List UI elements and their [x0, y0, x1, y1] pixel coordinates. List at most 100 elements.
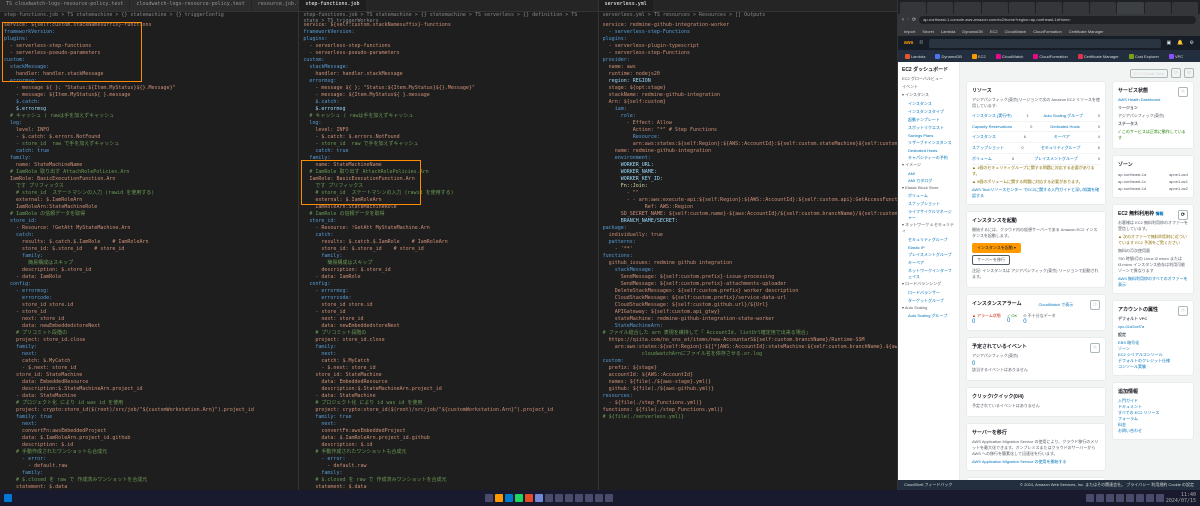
taskbar-app-icon[interactable] [535, 494, 543, 502]
aws-fav-service[interactable]: EC2 [969, 53, 989, 60]
code-line[interactable]: data: $.IamRoleArn.project_id.github [303, 435, 593, 442]
sidebar-item[interactable]: AMI [902, 170, 955, 177]
code-line[interactable]: log: [4, 120, 294, 127]
account-setting-link[interactable]: コンソール実験 [1118, 364, 1188, 370]
browser-tab[interactable] [1036, 2, 1062, 14]
sidebar-item[interactable]: ネットワークインターフェイス [902, 267, 955, 281]
code-line[interactable]: store_id: $.store_id # store_id [4, 246, 294, 253]
taskbar-app-icon[interactable] [485, 494, 493, 502]
sidebar-item[interactable]: キャパシティーの予約 [902, 154, 955, 162]
code-line[interactable]: description: $.store_id [303, 267, 593, 274]
sidebar-item[interactable]: Elastic IP [902, 244, 955, 251]
code-line[interactable]: runtime: nodejs20 [603, 71, 893, 78]
launch-instance-button[interactable]: インスタンスを起動 ▾ [972, 243, 1021, 253]
code-line[interactable]: stackMessage: [603, 267, 893, 274]
additional-info-link[interactable]: お問い合わせ [1118, 428, 1188, 434]
code-line[interactable]: - store_id [303, 309, 593, 316]
code-line[interactable]: statement: $.data [4, 484, 294, 490]
sidebar-title[interactable]: EC2 ダッシュボード [902, 66, 955, 73]
code-line[interactable]: # ファイル結合した arn 表現を維持して「 AccountId, listU… [603, 330, 893, 337]
code-line[interactable]: - serverless-step-functions [4, 43, 294, 50]
code-line[interactable]: - "" [603, 190, 893, 197]
code-line[interactable]: custom: [303, 57, 593, 64]
code-line[interactable]: data: EmbeddedResource [303, 379, 593, 386]
code-line[interactable]: level: INFO [303, 127, 593, 134]
code-line[interactable]: package: [603, 225, 893, 232]
code-line[interactable]: SD_SECRET_NAME: ${self:custom.name}-${aw… [603, 211, 893, 218]
code-line[interactable]: # ${file(./serverless.yml)} [603, 414, 893, 421]
code-line[interactable]: IamRole: BasicExecutionFunction.Arn [303, 176, 593, 183]
browser-tab-active[interactable] [1117, 2, 1143, 14]
health-dashboard-link[interactable]: AWS Health Dashboard [1118, 97, 1188, 102]
code-line[interactable]: # 手動作成されたワンショットも合成元 [303, 449, 593, 456]
code-line[interactable]: family: [4, 253, 294, 260]
refresh-icon[interactable]: ⟳ [1178, 306, 1188, 316]
code-line[interactable]: - $.catch: $.errors.NotFound [4, 134, 294, 141]
code-line[interactable]: frameworkVersion: [4, 29, 294, 36]
code-line[interactable]: name: aws [603, 64, 893, 71]
code-line[interactable]: data: $.IamRoleArn.project_id.github [4, 435, 294, 442]
code-line[interactable]: catch: [4, 232, 294, 239]
code-line[interactable]: external: $.IamRoleArn [4, 197, 294, 204]
sidebar-section-header[interactable]: ▾ ロードバランシング [902, 281, 955, 287]
code-line[interactable]: 簡易構成はスキップ [303, 260, 593, 267]
code-line[interactable]: next: [303, 421, 593, 428]
forward-icon[interactable]: › [907, 17, 909, 23]
breadcrumb[interactable]: step-functions.job > TS statemachine > {… [0, 12, 298, 20]
code-line[interactable]: # 手動作成されたワンショットも合成元 [4, 449, 294, 456]
code-line[interactable]: StateMachineArn: [603, 323, 893, 330]
code-line[interactable]: errorcode: [303, 295, 593, 302]
code-line[interactable]: stackName: redmine-github-integration [603, 92, 893, 99]
code-line[interactable]: project: store_id.close [4, 337, 294, 344]
code-line[interactable]: data: EmbeddedResource [4, 379, 294, 386]
code-line[interactable]: description:$.StateMachineArn.project_id [303, 386, 593, 393]
code-line[interactable]: description: $.id [4, 442, 294, 449]
code-line[interactable]: # プロジェクト化 により id was id を使用 [4, 400, 294, 407]
code-line[interactable]: - - arn:aws:execute-api:${self:Region}:$… [603, 197, 893, 204]
code-line[interactable]: - data: IamRole [4, 274, 294, 281]
code-line[interactable]: BRANCH_NAME/SECRET: [603, 218, 893, 225]
code-line[interactable]: stackMessage: [4, 64, 294, 71]
vpc-link[interactable]: vpc-01d2cef7a [1118, 324, 1188, 329]
sidebar-item[interactable]: ターゲットグループ [902, 297, 955, 305]
code-line[interactable]: - default.raw [4, 463, 294, 470]
code-line[interactable]: # キャッシュ ( rawは手を加えずキャッシュ [4, 113, 294, 120]
code-line[interactable]: store_id: [4, 218, 294, 225]
aws-fav-service[interactable]: CloudWatch [993, 53, 1027, 60]
alarm-insufficient-value[interactable]: 0 [1023, 319, 1055, 325]
code-line[interactable]: # IamRole 取り出す AttachRolePolicies.Arn [303, 169, 593, 176]
resource-label[interactable]: セキュリティグループ [1041, 145, 1081, 151]
sidebar-item[interactable]: キーペア [902, 259, 955, 267]
refresh-icon[interactable]: ⟳ [1090, 343, 1100, 353]
code-line[interactable]: - serverless-plugin-typescript [603, 43, 893, 50]
code-line[interactable]: plugins: [303, 36, 593, 43]
code-line[interactable]: family: true [303, 414, 593, 421]
editor-tab[interactable]: TS cloudwatch-logs-resource-policy.test [0, 0, 130, 11]
sidebar-section-header[interactable]: イベント [902, 84, 955, 90]
code-line[interactable]: - store_id raw で手を加えずキャッシュ [4, 141, 294, 148]
settings-icon[interactable]: ⚙ [1190, 40, 1194, 46]
code-line[interactable]: # IamRole 取り出す AttachRolePolicies.Arn [4, 169, 294, 176]
taskbar-app-icon[interactable] [565, 494, 573, 502]
code-line[interactable]: convertFn:awsEmbeddedProject [303, 428, 593, 435]
code-line[interactable]: log: [303, 120, 593, 127]
taskbar-app-icon[interactable] [555, 494, 563, 502]
taskbar-app-icon[interactable] [605, 494, 613, 502]
code-line[interactable]: custom: [603, 358, 893, 365]
resource-label[interactable]: スナップショット [972, 145, 1004, 151]
code-line[interactable]: catch: true [303, 148, 593, 155]
url-input[interactable]: ap-northeast-1.console.aws.amazon.com/ec… [919, 16, 1196, 24]
footer-left[interactable]: CloudShell フィードバック [904, 482, 952, 488]
code-line[interactable]: - errormsg: [303, 288, 593, 295]
sidebar-item[interactable]: リザーブドインスタンス [902, 139, 955, 147]
code-line[interactable]: - data: StateMachine [4, 393, 294, 400]
code-line[interactable]: region: REGION [603, 78, 893, 85]
breadcrumb[interactable]: step-functions.job > TS statemachine > {… [299, 12, 597, 20]
help-link[interactable]: AWS Techリソースセンター でEC2に関する入門ガイドと深い知識を確認する [972, 187, 1100, 199]
code-line[interactable]: family: [303, 344, 593, 351]
code-line[interactable]: # store_id ステートマシンの入力 (rawid を使用する) [4, 190, 294, 197]
aws-logo[interactable]: aws [904, 40, 913, 46]
code-line[interactable]: description: $.id [303, 442, 593, 449]
code-line[interactable]: functions: [603, 253, 893, 260]
code-line[interactable]: config: [303, 281, 593, 288]
